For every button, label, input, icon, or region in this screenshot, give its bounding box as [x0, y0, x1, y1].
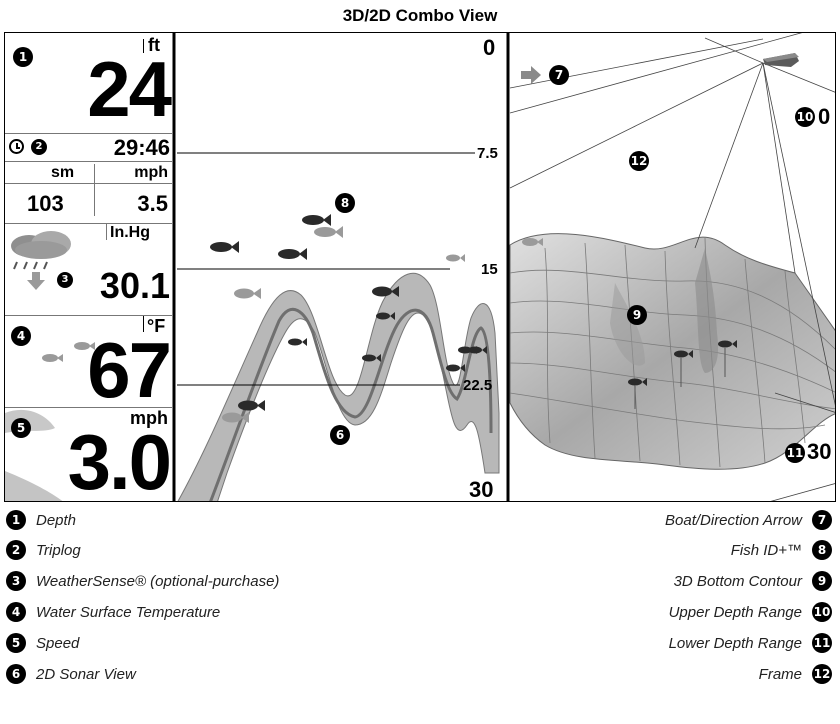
speed-value-2: 3.0 [67, 418, 172, 502]
page-title: 3D/2D Combo View [342, 6, 498, 25]
legend-label: Frame [758, 665, 802, 683]
fish-icon [74, 342, 95, 350]
triplog-time: 29:46 [113, 135, 170, 160]
legend-number: 11 [812, 633, 832, 653]
legend-number: 7 [812, 510, 832, 530]
legend-item-weathersense: 3 WeatherSense® (optional-purchase) [6, 567, 279, 595]
legend-label: 2D Sonar View [36, 665, 136, 683]
callout-2: 2 [31, 139, 47, 155]
fish-icon [446, 254, 465, 262]
sonar-scale-2: 15 [481, 261, 498, 278]
distance-unit: sm [51, 164, 75, 181]
fish-icon [446, 364, 465, 372]
callout-9: 9 [627, 305, 647, 325]
sonar-scale-bottom: 30 [469, 477, 494, 502]
legend-label: Water Surface Temperature [36, 603, 221, 621]
speed-value-1: 3.5 [137, 191, 168, 216]
fish-icon [234, 288, 261, 299]
legend-item-2d-sonar: 6 2D Sonar View [6, 660, 136, 688]
callout-11: 11 [785, 443, 805, 463]
fish-icon [42, 354, 63, 362]
callout-6: 6 [330, 425, 350, 445]
fish-icon [362, 354, 381, 362]
legend-label: 3D Bottom Contour [673, 572, 802, 590]
speed-unit-1: mph [134, 164, 168, 181]
callout-5: 5 [11, 418, 31, 438]
legend-number: 10 [812, 602, 832, 622]
legend-number: 5 [6, 633, 26, 653]
callout-8: 8 [335, 193, 355, 213]
legend-number: 12 [812, 664, 832, 684]
legend-label: Depth [36, 511, 77, 529]
temp-value: 67 [87, 326, 172, 414]
fish-icon [314, 226, 343, 238]
legend-number: 3 [6, 571, 26, 591]
rain-cloud-icon [11, 231, 71, 270]
fish-icon [372, 286, 399, 297]
callout-12: 12 [629, 151, 649, 171]
legend-item-3d-contour: 3D Bottom Contour 9 [674, 567, 832, 595]
speed-readout: 5 mph 3.0 [5, 408, 172, 502]
sonar-scale-top: 0 [483, 35, 496, 60]
callout-7: 7 [549, 65, 569, 85]
legend-label: Upper Depth Range [668, 603, 802, 621]
legend-number: 2 [6, 540, 26, 560]
fish-icon [376, 312, 395, 320]
legend-label: Speed [36, 634, 80, 652]
sonar-scale-1: 7.5 [477, 145, 498, 162]
fish-icon [718, 340, 737, 377]
clock-icon [9, 139, 24, 154]
legend-number: 8 [812, 540, 832, 560]
legend-item-triplog: 2 Triplog [6, 536, 81, 564]
depth-readout: 1 ft 24 [5, 33, 172, 133]
fish-icon [468, 346, 487, 354]
triplog-readout: 2 29:46 [5, 136, 172, 162]
legend-number: 6 [6, 664, 26, 684]
legend: 1 Depth 2 Triplog 3 WeatherSense® (optio… [0, 506, 840, 724]
legend-number: 1 [6, 510, 26, 530]
pressure-value: 30.1 [99, 265, 170, 306]
callout-10: 10 [795, 107, 815, 127]
weathersense-readout: In.Hg 3 30.1 [5, 224, 172, 314]
legend-item-upper-range: Upper Depth Range 10 [669, 598, 832, 626]
legend-number: 4 [6, 602, 26, 622]
temperature-readout: 4 °F 67 [5, 316, 172, 410]
fish-icon [288, 338, 307, 346]
fish-icon [278, 248, 307, 260]
legend-label: WeatherSense® (optional-purchase) [36, 572, 280, 590]
depth-value: 24 [87, 45, 172, 133]
callout-4: 4 [11, 326, 31, 346]
fish-icon [522, 238, 543, 246]
legend-label: Fish ID+™ [730, 541, 802, 559]
pressure-trend-arrow-icon [27, 280, 45, 290]
legend-item-lower-range: Lower Depth Range 11 [669, 629, 832, 657]
legend-label: Triplog [36, 541, 81, 559]
boat-icon [763, 53, 799, 67]
distance-speed-readout: sm mph 103 3.5 [5, 162, 172, 222]
legend-item-speed: 5 Speed [6, 629, 79, 657]
pressure-unit: In.Hg [110, 224, 150, 241]
legend-label: Lower Depth Range [668, 634, 802, 652]
legend-number: 9 [812, 571, 832, 591]
lower-depth-range: 30 [807, 439, 832, 464]
legend-item-depth: 1 Depth [6, 506, 76, 534]
legend-item-boat-arrow: Boat/Direction Arrow 7 [665, 506, 832, 534]
fish-icon [674, 350, 693, 387]
sonar-depth-lines [177, 152, 475, 386]
callout-1: 1 [13, 47, 33, 67]
fishfinder-screen: 1 ft 24 2 29:46 sm mph 103 3.5 In.Hg 3 3… [4, 32, 836, 502]
fish-icon [628, 378, 647, 409]
fish-icon [222, 412, 249, 423]
sonar-scale-3: 22.5 [463, 377, 493, 394]
legend-item-frame: Frame 12 [759, 660, 832, 688]
callout-3: 3 [57, 272, 73, 288]
fish-icon [210, 241, 239, 253]
distance-value: 103 [27, 191, 64, 216]
legend-item-fish-id: Fish ID+™ 8 [731, 536, 832, 564]
legend-label: Boat/Direction Arrow [665, 511, 802, 529]
upper-depth-range: 0 [818, 104, 831, 129]
boat-direction-arrow-icon [521, 71, 531, 79]
legend-item-water-temp: 4 Water Surface Temperature [6, 598, 220, 626]
